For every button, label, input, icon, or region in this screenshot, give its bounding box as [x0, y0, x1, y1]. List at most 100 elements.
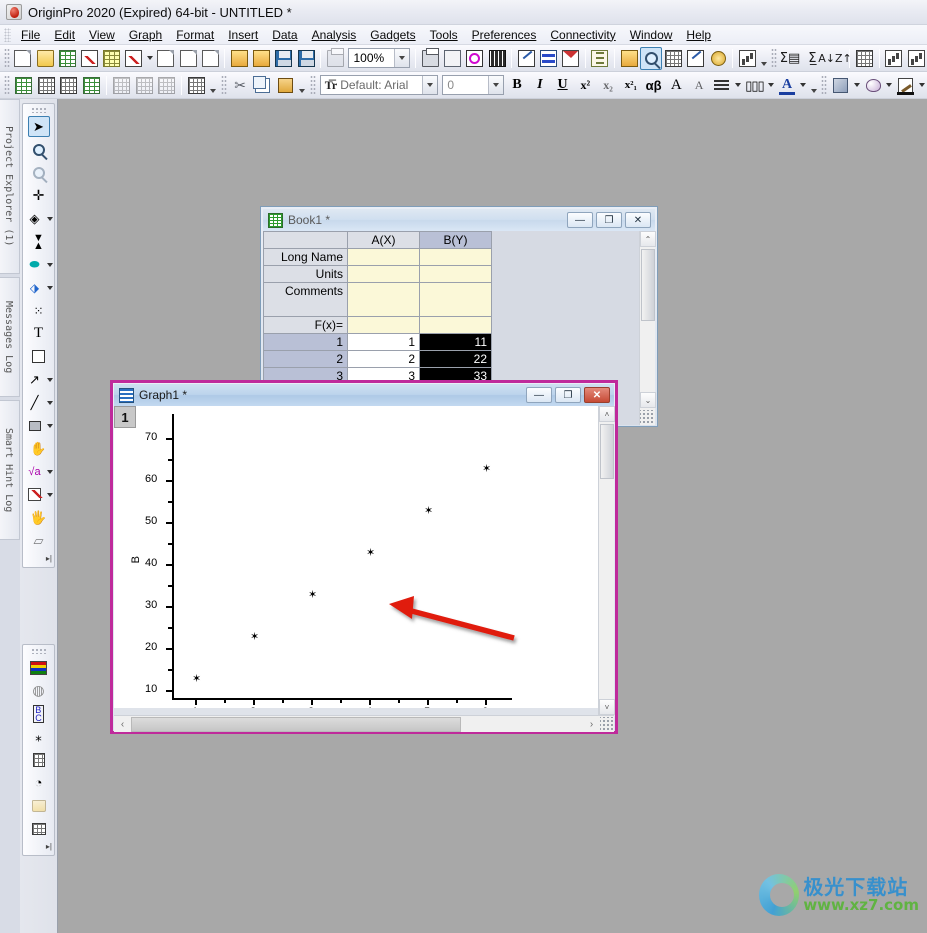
equation-dropdown[interactable]	[46, 461, 54, 482]
data-point-marker[interactable]: ✶	[482, 463, 491, 474]
long-name-b-cell[interactable]	[420, 249, 492, 266]
fx-a-cell[interactable]	[348, 317, 420, 334]
graph1-vertical-scrollbar[interactable]: ˄ ˅	[598, 406, 614, 715]
plot-setup-icon[interactable]	[12, 74, 35, 97]
excel-sheet-icon[interactable]	[80, 74, 103, 97]
tab-project-explorer[interactable]: Project Explorer (1)	[0, 99, 20, 274]
asterisk-bracket-icon[interactable]: ⁎	[28, 726, 50, 747]
zoom-out-tool[interactable]	[28, 162, 50, 183]
grid-icon[interactable]	[28, 818, 50, 839]
extract-graph-icon[interactable]	[560, 47, 582, 70]
arrow-dropdown[interactable]	[46, 369, 54, 390]
scatter-tool[interactable]: ⁙	[28, 300, 50, 321]
new-excel-icon[interactable]	[199, 47, 221, 70]
new-folder-icon[interactable]	[34, 47, 56, 70]
italic-icon[interactable]: I	[528, 74, 551, 97]
line-dropdown[interactable]	[46, 392, 54, 413]
units-b-cell[interactable]	[420, 266, 492, 283]
paste-icon[interactable]	[274, 74, 297, 97]
graph1-horizontal-scrollbar[interactable]: ‹ ›	[114, 715, 614, 732]
data-reader-icon[interactable]	[640, 47, 662, 70]
data-selector-tool[interactable]: ▼▲	[28, 231, 50, 252]
copy-icon[interactable]	[251, 74, 274, 97]
new-workbook-icon[interactable]	[56, 47, 78, 70]
graph1-resize-grip[interactable]	[600, 717, 614, 731]
new-function-plot-icon[interactable]	[123, 47, 145, 70]
book1-minimize-button[interactable]: —	[567, 212, 593, 228]
worksheet-corner-cell[interactable]	[264, 232, 348, 249]
chevron-down-icon[interactable]	[488, 76, 503, 94]
3d-rotate-tool[interactable]: ▱	[28, 530, 50, 551]
line-spacing-icon[interactable]: ▯▯▯	[743, 74, 766, 97]
row-number-1[interactable]: 1	[264, 334, 348, 351]
tab-smart-hint-log[interactable]: Smart Hint Log	[0, 400, 20, 540]
new-project-icon[interactable]	[12, 47, 34, 70]
graph1-page[interactable]: 70 60 50 40 30	[114, 406, 599, 708]
data-point-marker[interactable]: ✶	[250, 631, 259, 642]
text-tool[interactable]: T	[28, 323, 50, 344]
column-header-b[interactable]: B(Y)	[420, 232, 492, 249]
book1-scroll-up-button[interactable]: ⌃	[640, 231, 656, 247]
contour-icon[interactable]: ◍	[28, 680, 50, 701]
fill-color-dropdown[interactable]	[852, 74, 862, 97]
tools-toolbar-grip[interactable]	[31, 107, 47, 113]
chevron-down-icon[interactable]	[422, 76, 437, 94]
hand-tool[interactable]: ✋	[28, 438, 50, 459]
line-tool[interactable]: ╱	[24, 392, 46, 413]
book1-vertical-scrollbar[interactable]: ⌃ ⌄	[639, 231, 655, 425]
data-point-marker[interactable]: ✶	[424, 505, 433, 516]
menu-gadgets[interactable]: Gadgets	[363, 26, 422, 44]
graph1-minimize-button[interactable]: —	[526, 387, 552, 403]
graph1-restore-button[interactable]: ❐	[555, 387, 581, 403]
row-number-2[interactable]: 2	[264, 351, 348, 368]
menu-edit[interactable]: Edit	[47, 26, 82, 44]
cut-icon[interactable]: ✂	[229, 74, 252, 97]
numeric-format-icon[interactable]	[853, 47, 875, 70]
book1-scroll-thumb[interactable]	[641, 249, 655, 321]
equation-tool[interactable]: √a	[24, 461, 46, 482]
subscript-icon[interactable]: x₂	[597, 74, 620, 97]
rename-icon[interactable]: BC	[28, 703, 50, 724]
font-color-dropdown[interactable]	[798, 74, 808, 97]
underline-icon[interactable]: U	[551, 74, 574, 97]
sort-worksheet-icon[interactable]	[133, 74, 156, 97]
font-color-icon[interactable]: A	[776, 74, 799, 97]
line-style-dropdown[interactable]	[917, 74, 927, 97]
menu-connectivity[interactable]: Connectivity	[543, 26, 622, 44]
standard-toolbar-grip[interactable]	[4, 48, 10, 68]
row-label-units[interactable]: Units	[264, 266, 348, 283]
y-axis-title[interactable]: B	[130, 556, 142, 563]
duplicate-icon[interactable]	[185, 74, 208, 97]
column-header-a[interactable]: A(X)	[348, 232, 420, 249]
data-point-marker[interactable]: ✶	[192, 673, 201, 684]
column-chart-icon[interactable]	[905, 47, 927, 70]
stats-icon[interactable]	[28, 749, 50, 770]
bar-chart-icon[interactable]	[883, 47, 905, 70]
menu-insert[interactable]: Insert	[221, 26, 265, 44]
graph1-hscroll-thumb[interactable]	[131, 717, 461, 732]
open-project-icon[interactable]	[228, 47, 250, 70]
supersub-icon[interactable]: x²₁	[619, 74, 642, 97]
tools-toolbar-expand[interactable]	[22, 552, 55, 565]
sort-icon[interactable]: A↓Z↑	[823, 47, 846, 70]
export-graph-icon[interactable]	[464, 47, 486, 70]
style-toolbar-grip[interactable]	[310, 75, 316, 95]
statistics-icon[interactable]: Σ▤	[779, 47, 802, 70]
cell-a1[interactable]: 1	[348, 334, 420, 351]
zoom-level-combo[interactable]: 100%	[348, 48, 410, 68]
book1-restore-button[interactable]: ❐	[596, 212, 622, 228]
align-icon[interactable]	[710, 74, 733, 97]
menu-tools[interactable]: Tools	[423, 26, 465, 44]
graph1-layer-badge[interactable]: 1	[114, 406, 136, 428]
book1-worksheet[interactable]: A(X) B(Y) Long Name Units	[263, 231, 492, 385]
region-tool[interactable]	[24, 484, 46, 505]
new-layout-icon[interactable]	[155, 47, 177, 70]
color-scale-icon[interactable]	[28, 657, 50, 678]
stack-columns-icon[interactable]	[155, 74, 178, 97]
data-reader-tool[interactable]: ◈	[24, 208, 46, 229]
fill-color-icon[interactable]	[829, 74, 852, 97]
options-icon[interactable]	[707, 47, 729, 70]
new-graph-icon[interactable]	[78, 47, 100, 70]
row-label-fx[interactable]: F(x)=	[264, 317, 348, 334]
graph1-titlebar[interactable]: Graph1 * — ❐ ✕	[114, 384, 614, 406]
